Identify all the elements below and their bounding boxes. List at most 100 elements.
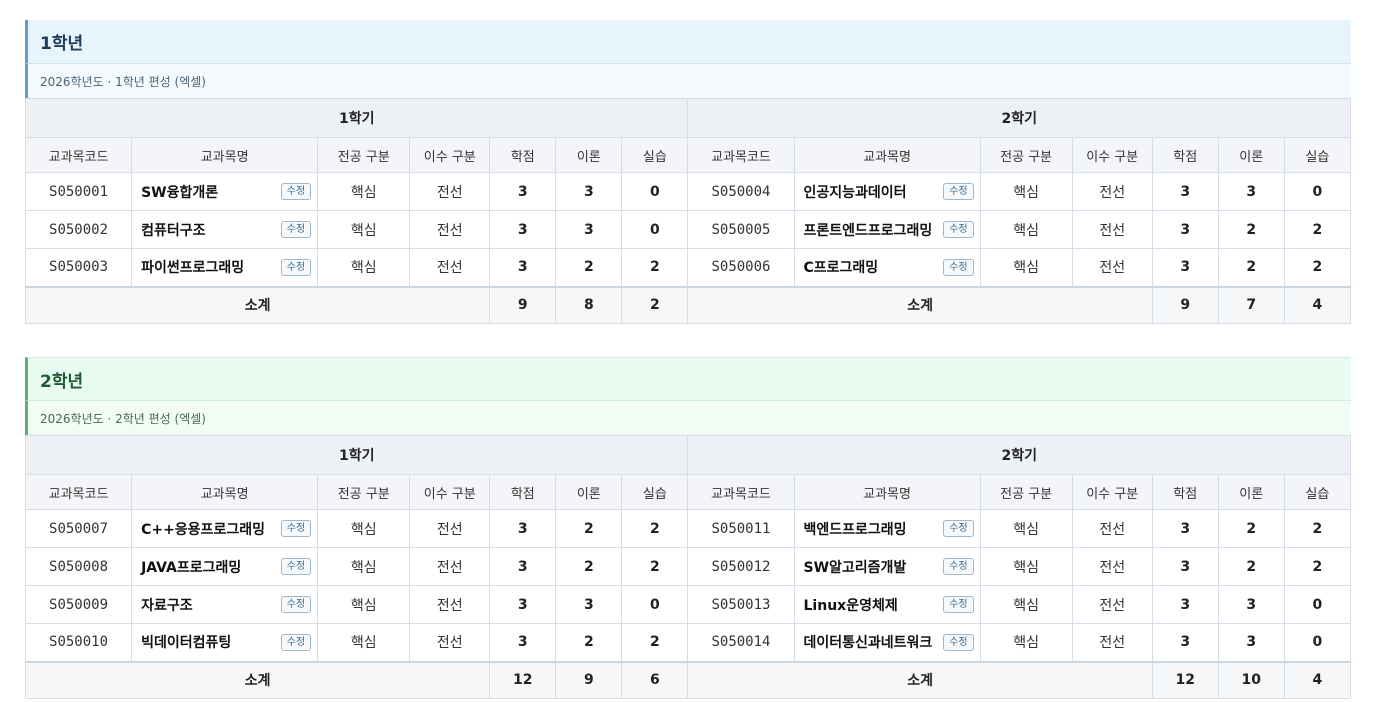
course-completion-type: 전선: [409, 172, 491, 211]
course-name-cell: 백엔드프로그래밍 수정: [793, 509, 981, 548]
col-header-practice: 실습: [1283, 474, 1352, 510]
course-name-wrap: 빅데이터컴퓨팅 수정: [141, 632, 312, 652]
edit-button[interactable]: 수정: [943, 596, 974, 613]
subtotal-credits: 12: [489, 660, 557, 699]
course-code: S050004: [687, 172, 795, 211]
course-name-cell: Linux운영체제 수정: [793, 585, 981, 624]
semester-header: 1학기: [24, 435, 689, 475]
course-theory: 2: [555, 509, 623, 548]
course-name-cell: 인공지능과데이터 수정: [793, 172, 981, 211]
course-major-type: 핵심: [317, 547, 411, 586]
edit-button[interactable]: 수정: [280, 183, 312, 200]
year-section-2: 2학년 2026학년도 · 2학년 편성 (엑셀) 1학기 2학기 교과목코드 교과목…: [24, 357, 1352, 699]
col-header-completion: 이수 구분: [409, 474, 491, 510]
edit-button[interactable]: 수정: [943, 558, 974, 575]
course-completion-type: 전선: [1071, 172, 1153, 211]
course-major-type: 핵심: [317, 210, 411, 249]
subtotal-practice: 4: [1283, 660, 1352, 699]
subtotal-label: 소계: [24, 660, 491, 699]
course-major-type: 핵심: [979, 585, 1073, 624]
semester-header: 1학기: [24, 98, 689, 138]
col-header-code: 교과목코드: [687, 137, 795, 173]
course-theory: 3: [1217, 172, 1285, 211]
edit-button[interactable]: 수정: [943, 520, 974, 537]
subtotal-practice: 2: [621, 285, 689, 324]
course-major-type: 핵심: [979, 172, 1073, 211]
curriculum-table: 1학기 2학기 교과목코드 교과목명 전공 구분 이수 구분 학점 이론 실습 교과목코드 교과목명…: [24, 98, 1352, 324]
course-practice: 2: [1283, 210, 1352, 249]
table-row: S050008 JAVA프로그래밍 수정 핵심 전선 3 2 2 S050012 SW알고리즘개발…: [24, 547, 1352, 586]
course-credits: 3: [1151, 172, 1219, 211]
course-theory: 2: [1217, 248, 1285, 287]
course-theory: 3: [1217, 585, 1285, 624]
course-code: S050011: [687, 509, 795, 548]
course-name-wrap: SW융합개론 수정: [141, 182, 312, 202]
subtotal-credits: 9: [489, 285, 557, 324]
course-name: 파이썬프로그래밍: [141, 260, 245, 277]
course-major-type: 핵심: [979, 509, 1073, 548]
course-theory: 2: [1217, 210, 1285, 249]
course-name-wrap: 컴퓨터구조 수정: [141, 220, 312, 240]
course-name: JAVA프로그래밍: [141, 559, 242, 576]
course-practice: 0: [621, 585, 689, 624]
edit-button[interactable]: 수정: [280, 221, 312, 238]
course-completion-type: 전선: [1071, 210, 1153, 249]
course-practice: 2: [1283, 509, 1352, 548]
curriculum-table: 1학기 2학기 교과목코드 교과목명 전공 구분 이수 구분 학점 이론 실습 교과목코드 교과목명…: [24, 435, 1352, 699]
course-credits: 3: [1151, 623, 1219, 662]
course-theory: 2: [555, 547, 623, 586]
col-header-major: 전공 구분: [979, 474, 1073, 510]
col-header-theory: 이론: [1217, 474, 1285, 510]
course-name: C++응용프로그래밍: [141, 521, 265, 538]
course-practice: 2: [1283, 547, 1352, 586]
course-theory: 3: [555, 172, 623, 211]
course-name: SW융합개론: [141, 184, 219, 201]
subtotal-theory: 10: [1217, 660, 1285, 699]
col-header-practice: 실습: [621, 137, 689, 173]
course-code: S050003: [24, 248, 133, 287]
course-practice: 2: [621, 547, 689, 586]
course-theory: 3: [1217, 623, 1285, 662]
course-major-type: 핵심: [317, 172, 411, 211]
edit-button[interactable]: 수정: [280, 596, 312, 613]
year-subtitle: 2026학년도 · 2학년 편성 (엑셀): [25, 400, 1351, 435]
course-completion-type: 전선: [1071, 248, 1153, 287]
col-header-practice: 실습: [621, 474, 689, 510]
course-practice: 2: [1283, 248, 1352, 287]
course-practice: 2: [621, 623, 689, 662]
course-name: 인공지능과데이터: [803, 184, 907, 201]
col-header-major: 전공 구분: [317, 474, 411, 510]
subtotal-credits: 9: [1151, 285, 1219, 324]
course-name-wrap: 데이터통신과네트워크 수정: [804, 632, 974, 652]
edit-button[interactable]: 수정: [943, 633, 974, 651]
course-name-wrap: 자료구조 수정: [141, 595, 312, 615]
course-credits: 3: [1151, 210, 1219, 249]
course-practice: 0: [621, 172, 689, 211]
edit-button[interactable]: 수정: [280, 520, 312, 537]
col-header-credits: 학점: [489, 137, 557, 173]
col-header-theory: 이론: [555, 137, 623, 173]
course-theory: 2: [1217, 547, 1285, 586]
col-header-code: 교과목코드: [24, 137, 133, 173]
table-row: S050010 빅데이터컴퓨팅 수정 핵심 전선 3 2 2 S050014 데이터통신과네트워크…: [24, 623, 1352, 662]
course-name-cell: JAVA프로그래밍 수정: [131, 547, 319, 586]
table-row: S050007 C++응용프로그래밍 수정 핵심 전선 3 2 2 S050011 백엔드프로그래…: [24, 509, 1352, 548]
course-name: Linux운영체제: [803, 597, 898, 614]
subtotal-row: 소계 9 8 2 소계 9 7 4: [24, 285, 1352, 324]
edit-button[interactable]: 수정: [280, 633, 312, 651]
course-practice: 2: [621, 509, 689, 548]
col-header-code: 교과목코드: [687, 474, 795, 510]
edit-button[interactable]: 수정: [280, 558, 312, 575]
edit-button[interactable]: 수정: [943, 183, 974, 200]
edit-button[interactable]: 수정: [943, 258, 974, 276]
subtotal-practice: 6: [621, 660, 689, 699]
col-header-theory: 이론: [555, 474, 623, 510]
course-code: S050001: [24, 172, 133, 211]
edit-button[interactable]: 수정: [943, 221, 974, 238]
course-code: S050013: [687, 585, 795, 624]
course-practice: 0: [1283, 172, 1352, 211]
col-header-name: 교과목명: [793, 137, 981, 173]
edit-button[interactable]: 수정: [280, 258, 312, 276]
course-name: C프로그래밍: [803, 260, 879, 277]
course-name-cell: C++응용프로그래밍 수정: [131, 509, 319, 548]
